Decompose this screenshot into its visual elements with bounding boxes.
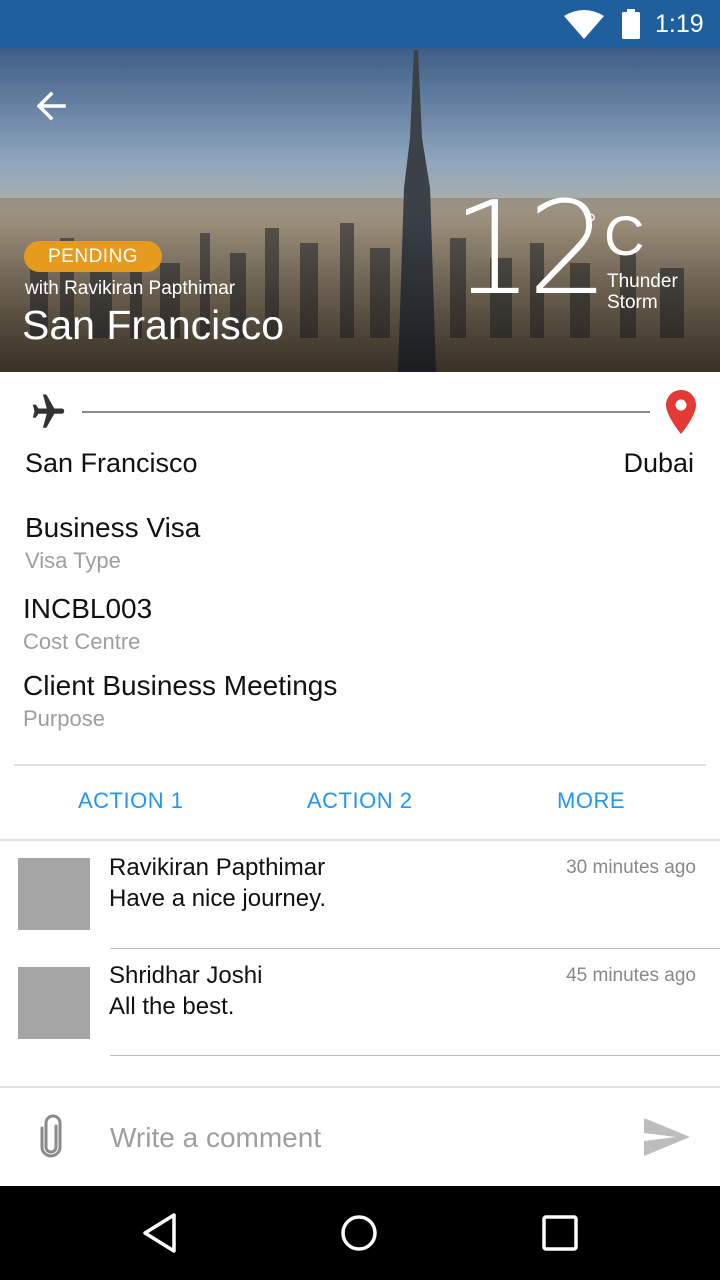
cost-centre-label: Cost Centre [23, 629, 141, 654]
purpose-label: Purpose [23, 706, 105, 731]
temperature-unit: C [604, 204, 645, 267]
system-nav-bar [0, 1186, 720, 1280]
weather-line-2: Storm [607, 292, 658, 313]
comment-text: All the best. [109, 993, 235, 1020]
status-time: 1:19 [655, 10, 704, 38]
degree-symbol: ° [586, 208, 597, 238]
avatar [18, 858, 90, 930]
comment-author: Shridhar Joshi [109, 962, 263, 989]
destination-city: Dubai [623, 448, 694, 478]
wifi-icon [564, 10, 604, 39]
comment-time: 30 minutes ago [566, 857, 696, 878]
traveler-companion: with Ravikiran Papthimar [25, 278, 236, 299]
visa-type-value: Business Visa [25, 512, 201, 543]
avatar [18, 967, 90, 1039]
action-2-button[interactable]: ACTION 2 [307, 788, 412, 814]
hero-banner: PENDING with Ravikiran Papthimar San Fra… [0, 48, 720, 372]
comment-text: Have a nice journey. [109, 885, 327, 912]
nav-back-icon[interactable] [140, 1212, 180, 1254]
status-bar: 1:19 [0, 0, 720, 48]
visa-type-label: Visa Type [25, 548, 121, 573]
map-pin-icon [666, 390, 696, 434]
purpose-value: Client Business Meetings [23, 670, 338, 701]
divider [0, 839, 720, 841]
status-badge: PENDING [24, 241, 163, 272]
divider [0, 1086, 720, 1088]
destination-title: San Francisco [22, 302, 285, 348]
comment-input[interactable] [110, 1118, 610, 1158]
back-arrow-icon[interactable] [24, 78, 80, 134]
origin-city: San Francisco [25, 448, 198, 478]
weather-line-1: Thunder [607, 271, 678, 292]
paperclip-icon[interactable] [36, 1114, 66, 1160]
divider [14, 764, 706, 766]
more-button[interactable]: MORE [557, 788, 625, 814]
comment-separator [110, 948, 720, 949]
weather-description: Thunder Storm [607, 271, 717, 313]
action-1-button[interactable]: ACTION 1 [78, 788, 183, 814]
comment-separator [110, 1055, 720, 1056]
send-icon[interactable] [642, 1116, 692, 1158]
comment-time: 45 minutes ago [566, 965, 696, 986]
route-line [82, 411, 650, 413]
battery-icon [622, 9, 640, 39]
cost-centre-value: INCBL003 [23, 593, 153, 624]
nav-home-icon[interactable] [340, 1214, 378, 1252]
temperature-value: 12 [452, 175, 609, 324]
airplane-icon [32, 394, 65, 428]
comment-author: Ravikiran Papthimar [109, 854, 326, 881]
nav-recents-icon[interactable] [542, 1215, 578, 1251]
